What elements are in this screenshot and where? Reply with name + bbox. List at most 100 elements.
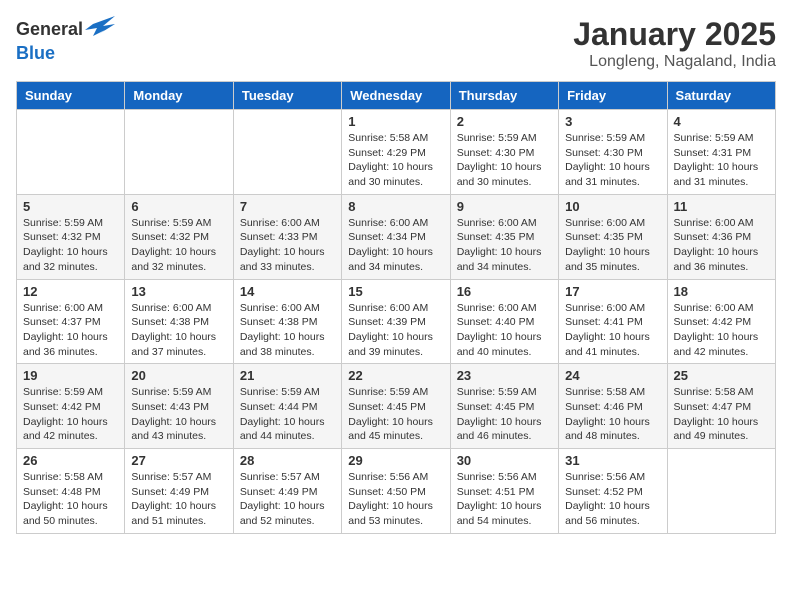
day-info: Sunrise: 5:58 AMSunset: 4:46 PMDaylight:… bbox=[565, 385, 660, 444]
day-header-friday: Friday bbox=[559, 82, 667, 110]
day-header-tuesday: Tuesday bbox=[233, 82, 341, 110]
logo-bird-icon bbox=[85, 16, 115, 43]
day-info: Sunrise: 5:59 AMSunset: 4:30 PMDaylight:… bbox=[565, 131, 660, 190]
logo: General Blue bbox=[16, 16, 115, 64]
week-row-4: 19Sunrise: 5:59 AMSunset: 4:42 PMDayligh… bbox=[17, 364, 776, 449]
day-cell: 7Sunrise: 6:00 AMSunset: 4:33 PMDaylight… bbox=[233, 194, 341, 279]
day-number: 20 bbox=[131, 368, 226, 383]
location-title: Longleng, Nagaland, India bbox=[573, 53, 776, 71]
day-info: Sunrise: 5:59 AMSunset: 4:45 PMDaylight:… bbox=[457, 385, 552, 444]
day-cell: 22 Sunrise: 5:59 AMSunset: 4:45 PMDayligh… bbox=[342, 364, 450, 449]
day-cell: 12Sunrise: 6:00 AMSunset: 4:37 PMDayligh… bbox=[17, 279, 125, 364]
day-cell: 6 Sunrise: 5:59 AMSunset: 4:32 PMDaylight… bbox=[125, 194, 233, 279]
title-section: January 2025 Longleng, Nagaland, India bbox=[573, 16, 776, 71]
day-number: 13 bbox=[131, 284, 226, 299]
day-info: Sunrise: 6:00 AMSunset: 4:36 PMDaylight:… bbox=[674, 216, 769, 275]
day-number: 25 bbox=[674, 368, 769, 383]
day-cell bbox=[125, 110, 233, 195]
day-number: 31 bbox=[565, 453, 660, 468]
day-info: Sunrise: 5:59 AMSunset: 4:45 PMDaylight:… bbox=[348, 385, 443, 444]
day-number: 18 bbox=[674, 284, 769, 299]
calendar-table: SundayMondayTuesdayWednesdayThursdayFrid… bbox=[16, 81, 776, 534]
day-cell: 26 Sunrise: 5:58 AMSunset: 4:48 PMDayligh… bbox=[17, 449, 125, 534]
day-header-monday: Monday bbox=[125, 82, 233, 110]
day-cell: 24 Sunrise: 5:58 AMSunset: 4:46 PMDayligh… bbox=[559, 364, 667, 449]
day-cell: 27Sunrise: 5:57 AMSunset: 4:49 PMDayligh… bbox=[125, 449, 233, 534]
page-header: General Blue January 2025 Longleng, Naga… bbox=[16, 16, 776, 71]
logo-general: General bbox=[16, 19, 83, 40]
day-info: Sunrise: 6:00 AMSunset: 4:34 PMDaylight:… bbox=[348, 216, 443, 275]
day-info: Sunrise: 5:57 AMSunset: 4:49 PMDaylight:… bbox=[240, 470, 335, 529]
day-number: 28 bbox=[240, 453, 335, 468]
day-info: Sunrise: 6:00 AMSunset: 4:39 PMDaylight:… bbox=[348, 301, 443, 360]
day-number: 23 bbox=[457, 368, 552, 383]
day-info: Sunrise: 5:58 AMSunset: 4:29 PMDaylight:… bbox=[348, 131, 443, 190]
day-cell: 1 Sunrise: 5:58 AMSunset: 4:29 PMDaylight… bbox=[342, 110, 450, 195]
day-cell: 21 Sunrise: 5:59 AMSunset: 4:44 PMDayligh… bbox=[233, 364, 341, 449]
day-number: 16 bbox=[457, 284, 552, 299]
day-number: 4 bbox=[674, 114, 769, 129]
day-info: Sunrise: 5:59 AMSunset: 4:32 PMDaylight:… bbox=[23, 216, 118, 275]
day-cell: 8 Sunrise: 6:00 AMSunset: 4:34 PMDaylight… bbox=[342, 194, 450, 279]
day-cell: 17 Sunrise: 6:00 AMSunset: 4:41 PMDayligh… bbox=[559, 279, 667, 364]
day-info: Sunrise: 5:59 AMSunset: 4:32 PMDaylight:… bbox=[131, 216, 226, 275]
day-number: 2 bbox=[457, 114, 552, 129]
day-number: 30 bbox=[457, 453, 552, 468]
day-cell: 23 Sunrise: 5:59 AMSunset: 4:45 PMDayligh… bbox=[450, 364, 558, 449]
day-info: Sunrise: 5:59 AMSunset: 4:42 PMDaylight:… bbox=[23, 385, 118, 444]
day-cell: 9 Sunrise: 6:00 AMSunset: 4:35 PMDaylight… bbox=[450, 194, 558, 279]
day-info: Sunrise: 5:56 AMSunset: 4:51 PMDaylight:… bbox=[457, 470, 552, 529]
day-number: 11 bbox=[674, 199, 769, 214]
day-cell: 31 Sunrise: 5:56 AMSunset: 4:52 PMDayligh… bbox=[559, 449, 667, 534]
day-info: Sunrise: 6:00 AMSunset: 4:35 PMDaylight:… bbox=[457, 216, 552, 275]
day-cell: 18Sunrise: 6:00 AMSunset: 4:42 PMDayligh… bbox=[667, 279, 775, 364]
day-info: Sunrise: 5:59 AMSunset: 4:31 PMDaylight:… bbox=[674, 131, 769, 190]
day-info: Sunrise: 6:00 AMSunset: 4:35 PMDaylight:… bbox=[565, 216, 660, 275]
day-number: 17 bbox=[565, 284, 660, 299]
day-cell: 19Sunrise: 5:59 AMSunset: 4:42 PMDayligh… bbox=[17, 364, 125, 449]
day-cell: 10Sunrise: 6:00 AMSunset: 4:35 PMDayligh… bbox=[559, 194, 667, 279]
logo-blue: Blue bbox=[16, 43, 55, 63]
day-info: Sunrise: 6:00 AMSunset: 4:41 PMDaylight:… bbox=[565, 301, 660, 360]
day-info: Sunrise: 5:59 AMSunset: 4:44 PMDaylight:… bbox=[240, 385, 335, 444]
day-number: 26 bbox=[23, 453, 118, 468]
day-number: 21 bbox=[240, 368, 335, 383]
day-info: Sunrise: 6:00 AMSunset: 4:38 PMDaylight:… bbox=[240, 301, 335, 360]
day-info: Sunrise: 5:56 AMSunset: 4:50 PMDaylight:… bbox=[348, 470, 443, 529]
day-cell: 28 Sunrise: 5:57 AMSunset: 4:49 PMDayligh… bbox=[233, 449, 341, 534]
week-row-3: 12Sunrise: 6:00 AMSunset: 4:37 PMDayligh… bbox=[17, 279, 776, 364]
day-cell bbox=[667, 449, 775, 534]
day-cell: 2 Sunrise: 5:59 AMSunset: 4:30 PMDaylight… bbox=[450, 110, 558, 195]
day-number: 8 bbox=[348, 199, 443, 214]
day-cell bbox=[17, 110, 125, 195]
day-cell: 20 Sunrise: 5:59 AMSunset: 4:43 PMDayligh… bbox=[125, 364, 233, 449]
day-cell: 30 Sunrise: 5:56 AMSunset: 4:51 PMDayligh… bbox=[450, 449, 558, 534]
day-info: Sunrise: 6:00 AMSunset: 4:33 PMDaylight:… bbox=[240, 216, 335, 275]
day-cell: 14 Sunrise: 6:00 AMSunset: 4:38 PMDayligh… bbox=[233, 279, 341, 364]
day-info: Sunrise: 6:00 AMSunset: 4:38 PMDaylight:… bbox=[131, 301, 226, 360]
day-info: Sunrise: 5:57 AMSunset: 4:49 PMDaylight:… bbox=[131, 470, 226, 529]
day-cell: 3Sunrise: 5:59 AMSunset: 4:30 PMDaylight… bbox=[559, 110, 667, 195]
day-number: 24 bbox=[565, 368, 660, 383]
day-header-saturday: Saturday bbox=[667, 82, 775, 110]
calendar-header-row: SundayMondayTuesdayWednesdayThursdayFrid… bbox=[17, 82, 776, 110]
day-header-thursday: Thursday bbox=[450, 82, 558, 110]
day-info: Sunrise: 5:58 AMSunset: 4:47 PMDaylight:… bbox=[674, 385, 769, 444]
day-info: Sunrise: 5:59 AMSunset: 4:30 PMDaylight:… bbox=[457, 131, 552, 190]
day-number: 1 bbox=[348, 114, 443, 129]
week-row-2: 5Sunrise: 5:59 AMSunset: 4:32 PMDaylight… bbox=[17, 194, 776, 279]
day-number: 22 bbox=[348, 368, 443, 383]
day-number: 15 bbox=[348, 284, 443, 299]
day-info: Sunrise: 5:58 AMSunset: 4:48 PMDaylight:… bbox=[23, 470, 118, 529]
day-header-sunday: Sunday bbox=[17, 82, 125, 110]
day-number: 14 bbox=[240, 284, 335, 299]
day-number: 6 bbox=[131, 199, 226, 214]
day-cell: 5Sunrise: 5:59 AMSunset: 4:32 PMDaylight… bbox=[17, 194, 125, 279]
day-cell bbox=[233, 110, 341, 195]
day-cell: 16Sunrise: 6:00 AMSunset: 4:40 PMDayligh… bbox=[450, 279, 558, 364]
day-info: Sunrise: 5:59 AMSunset: 4:43 PMDaylight:… bbox=[131, 385, 226, 444]
day-cell: 11 Sunrise: 6:00 AMSunset: 4:36 PMDayligh… bbox=[667, 194, 775, 279]
month-title: January 2025 bbox=[573, 16, 776, 53]
day-info: Sunrise: 5:56 AMSunset: 4:52 PMDaylight:… bbox=[565, 470, 660, 529]
day-number: 9 bbox=[457, 199, 552, 214]
